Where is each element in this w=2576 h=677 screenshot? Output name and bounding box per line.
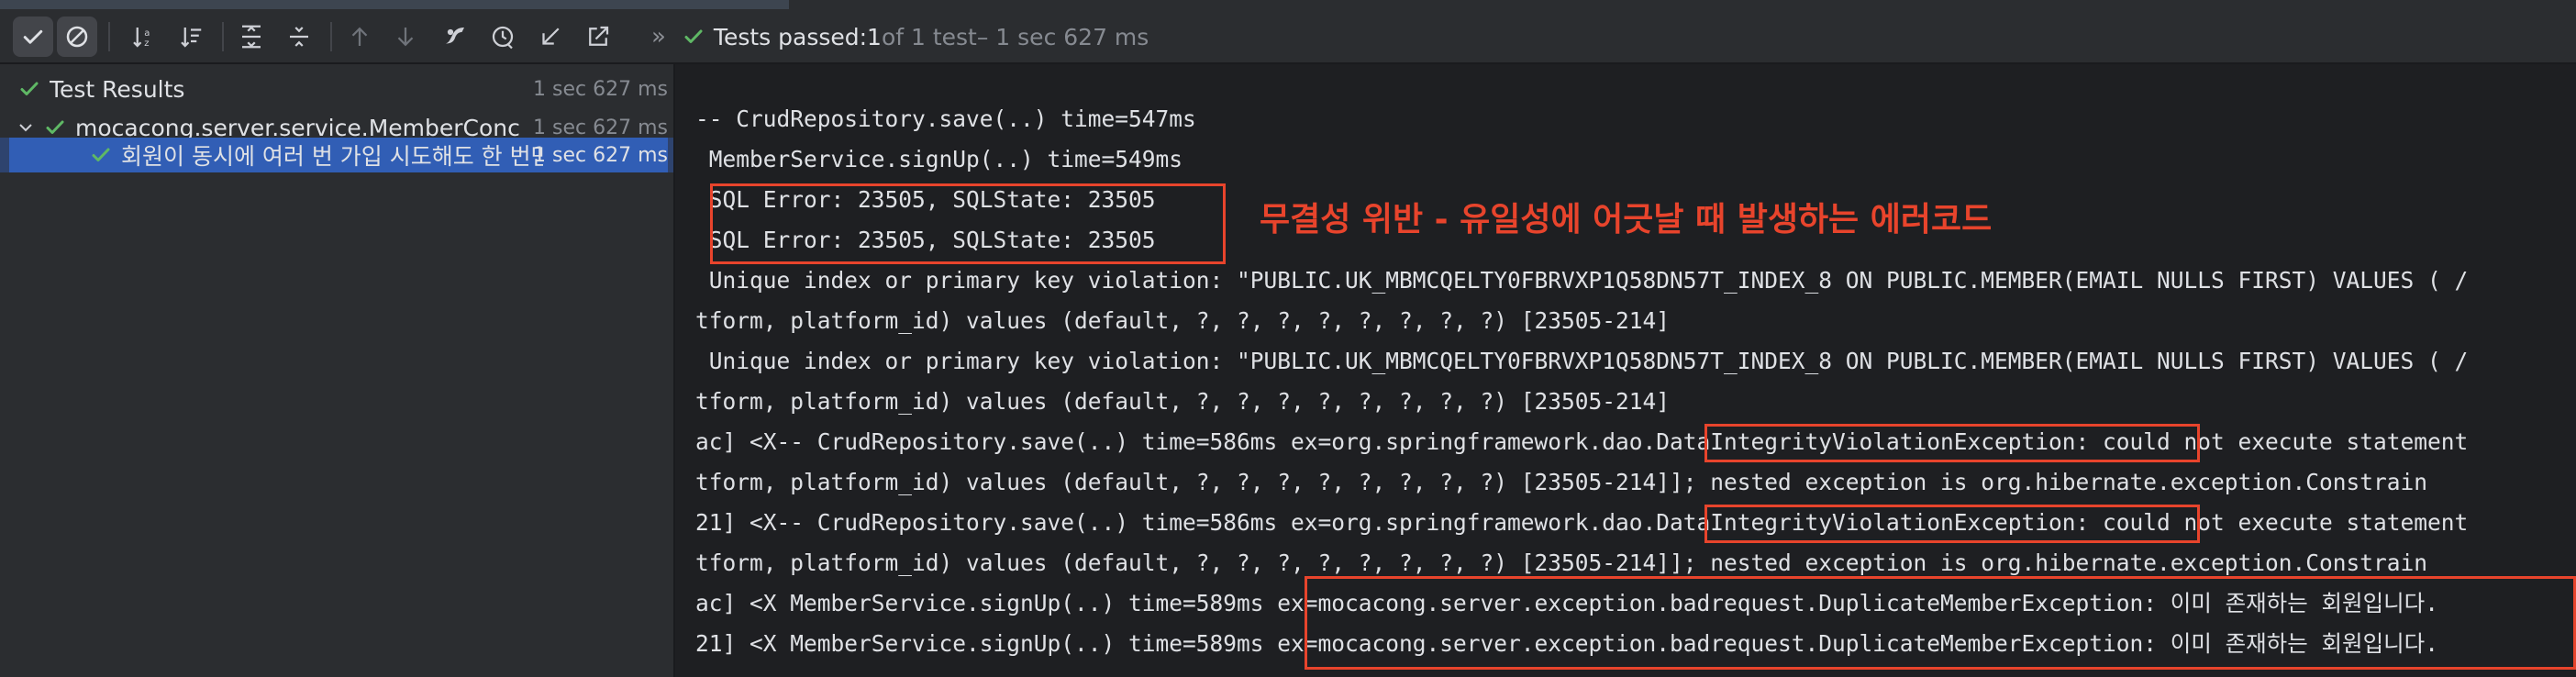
status-prefix: Tests passed: bbox=[713, 23, 868, 50]
show-passed-icon bbox=[23, 29, 43, 44]
console-line: Unique index or primary key violation: "… bbox=[695, 348, 2469, 374]
test-status-bar: » Tests passed: 1 of 1 test – 1 sec 627 … bbox=[651, 18, 1149, 55]
status-passed-count: 1 bbox=[867, 23, 882, 50]
show-passed-button[interactable] bbox=[13, 17, 53, 57]
expand-all-button[interactable] bbox=[231, 17, 272, 57]
import-tests-button[interactable] bbox=[530, 17, 571, 57]
show-ignored-button[interactable] bbox=[57, 17, 97, 57]
sql-error-highlight bbox=[710, 183, 1226, 264]
test-runner-toolbar: az » Tests passed: 1 of 1 test – 1 sec 6… bbox=[0, 9, 2576, 64]
tree-item-label: 회원이 동시에 여러 번 가입 시도해도 한 번만 bbox=[121, 143, 543, 170]
console-line: Unique index or primary key violation: "… bbox=[695, 267, 2469, 294]
toolbar-separator bbox=[222, 22, 224, 51]
previous-failed-button[interactable] bbox=[339, 17, 380, 57]
active-tab-indicator bbox=[0, 0, 789, 9]
check-icon bbox=[90, 144, 112, 166]
export-tests-icon bbox=[589, 26, 609, 46]
annotation-text: 무결성 위반 - 유일성에 어긋날 때 발생하는 에러코드 bbox=[1260, 201, 1993, 239]
tree-item-test-method[interactable]: 회원이 동시에 여러 번 가입 시도해도 한 번만 1 sec 627 ms bbox=[0, 138, 673, 172]
window-top-strip bbox=[0, 0, 2576, 9]
tree-item-time: 1 sec 627 ms bbox=[533, 77, 668, 101]
sort-alphabetically-button[interactable]: az bbox=[123, 17, 163, 57]
tree-item-time: 1 sec 627 ms bbox=[533, 143, 668, 167]
console-line: tform, platform_id) values (default, ?, … bbox=[695, 388, 1671, 415]
sort-by-duration-button[interactable] bbox=[171, 17, 211, 57]
check-icon bbox=[18, 78, 40, 100]
show-ignored-icon bbox=[66, 26, 88, 48]
console-line: tform, platform_id) values (default, ?, … bbox=[695, 307, 1671, 334]
next-failed-icon bbox=[397, 28, 414, 47]
collapse-all-button[interactable] bbox=[279, 17, 319, 57]
tree-item-time: 1 sec 627 ms bbox=[533, 116, 668, 139]
sort-by-duration-icon bbox=[181, 28, 202, 48]
console-line: ac] <X-- CrudRepository.save(..) time=58… bbox=[695, 428, 2469, 455]
console-output[interactable]: -- CrudRepository.save(..) time=547ms Me… bbox=[675, 64, 2576, 677]
status-duration: – 1 sec 627 ms bbox=[976, 23, 1149, 50]
expand-all-icon bbox=[242, 25, 261, 49]
exception-highlight bbox=[1704, 424, 2200, 462]
export-tests-button[interactable] bbox=[578, 17, 618, 57]
more-actions-chevron[interactable]: » bbox=[651, 23, 666, 50]
svg-text:z: z bbox=[144, 39, 149, 49]
console-line: tform, platform_id) values (default, ?, … bbox=[695, 469, 2428, 495]
tree-item-test-results[interactable]: Test Results 1 sec 627 ms bbox=[0, 70, 673, 108]
previous-failed-icon bbox=[351, 27, 368, 46]
next-failed-button[interactable] bbox=[385, 17, 426, 57]
sort-alphabetically-icon: az bbox=[133, 28, 150, 49]
console-line: MemberService.signUp(..) time=549ms bbox=[695, 146, 1183, 172]
toolbar-separator bbox=[108, 22, 110, 51]
rerun-button[interactable] bbox=[435, 17, 475, 57]
collapse-all-icon bbox=[290, 27, 308, 47]
exception-highlight bbox=[1704, 505, 2200, 543]
tree-item-label: Test Results bbox=[50, 75, 185, 103]
rerun-icon bbox=[446, 28, 464, 44]
status-total: of 1 test bbox=[881, 23, 977, 50]
svg-text:a: a bbox=[144, 28, 150, 39]
import-tests-icon bbox=[542, 28, 560, 45]
check-icon bbox=[683, 26, 705, 48]
toolbar-separator bbox=[330, 22, 332, 51]
chevron-down-icon[interactable] bbox=[17, 118, 35, 137]
test-history-icon bbox=[492, 26, 514, 50]
console-line: -- CrudRepository.save(..) time=547ms bbox=[695, 105, 1196, 132]
console-line: 21] <X-- CrudRepository.save(..) time=58… bbox=[695, 509, 2469, 536]
test-history-button[interactable] bbox=[483, 17, 523, 57]
duplicate-member-highlight bbox=[1305, 576, 2576, 670]
test-results-tree: Test Results 1 sec 627 ms mocacong.serve… bbox=[0, 64, 673, 677]
check-icon bbox=[44, 117, 66, 139]
